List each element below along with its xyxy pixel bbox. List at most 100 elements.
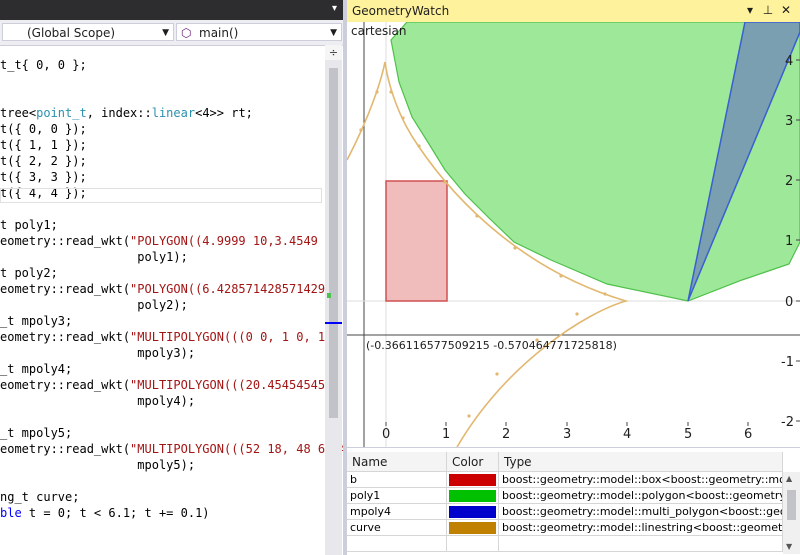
x-tick-label: 0 [382, 427, 390, 442]
coord-system-label: cartesian [351, 24, 407, 38]
code-line[interactable]: _t mpoly5; [0, 425, 72, 441]
geometry-row[interactable]: b boost::geometry::model::box<boost::geom… [347, 472, 783, 488]
code-token: eometry::read_wkt( [0, 442, 131, 456]
column-header-color[interactable]: Color [447, 452, 499, 472]
scope-combo[interactable]: (Global Scope) ▼ [2, 23, 174, 41]
geometry-row[interactable] [347, 536, 783, 552]
editor-tab-strip: ▾ [0, 0, 343, 20]
code-line[interactable]: t poly2; [0, 265, 58, 281]
row-color-cell[interactable] [447, 472, 499, 488]
row-name[interactable]: b [347, 472, 447, 488]
code-editor[interactable]: ▾ (Global Scope) ▼ ⬡ main() ▼ t_t{ 0, 0 … [0, 0, 343, 555]
code-token: ng_t curve; [0, 490, 80, 504]
curve-marker [401, 116, 405, 120]
curve-marker [559, 274, 563, 278]
code-token: t = 0; t < 6.1; t += 0.1) [21, 506, 210, 520]
chevron-down-icon: ▼ [330, 28, 337, 38]
code-line[interactable]: poly1); [0, 249, 188, 265]
x-tick-label: 5 [684, 427, 692, 442]
row-name[interactable]: curve [347, 520, 447, 536]
geometry-row[interactable]: poly1 boost::geometry::model::polygon<boo… [347, 488, 783, 504]
row-type[interactable]: boost::geometry::model::multi_polygon<bo… [499, 504, 783, 520]
code-token: t poly1; [0, 218, 58, 232]
row-color-cell[interactable] [447, 536, 499, 552]
code-line[interactable]: t({ 2, 2 }); [0, 153, 87, 169]
function-combo[interactable]: ⬡ main() ▼ [176, 23, 342, 41]
row-name[interactable]: poly1 [347, 488, 447, 504]
code-line[interactable]: mpoly5); [0, 457, 195, 473]
color-swatch[interactable] [449, 490, 496, 502]
scroll-up-icon[interactable]: ▲ [786, 474, 792, 483]
column-header-type[interactable]: Type [499, 452, 783, 472]
code-token: t({ 2, 2 }); [0, 154, 87, 168]
code-token: "MULTIPOLYGON(((52 18, 48 6, 4 [130, 442, 343, 456]
row-name[interactable]: mpoly4 [347, 504, 447, 520]
list-scroll-thumb[interactable] [787, 490, 796, 520]
code-token: point_t [36, 106, 87, 120]
color-swatch[interactable] [449, 522, 496, 534]
code-line[interactable]: t({ 1, 1 }); [0, 137, 87, 153]
code-line[interactable]: eometry::read_wkt("MULTIPOLYGON(((52 18,… [0, 441, 343, 457]
code-token: , index:: [86, 106, 152, 120]
code-line[interactable]: eometry::read_wkt("POLYGON((4.9999 10,3.… [0, 233, 332, 249]
pin-dropdown-icon[interactable]: ▾ [332, 3, 337, 14]
code-line[interactable]: mpoly3); [0, 345, 195, 361]
window-menu-button[interactable]: ▾ [743, 3, 757, 18]
list-vertical-scrollbar[interactable]: ▲ ▼ [783, 472, 800, 554]
geometry-row[interactable]: mpoly4 boost::geometry::model::multi_poly… [347, 504, 783, 520]
y-tick-label: 2 [785, 174, 793, 189]
row-color-cell[interactable] [447, 504, 499, 520]
close-button[interactable]: ✕ [779, 3, 793, 18]
code-line[interactable]: eometry::read_wkt("POLYGON((6.4285714285… [0, 281, 340, 297]
row-type[interactable]: boost::geometry::model::polygon<boost::g… [499, 488, 783, 504]
code-token: "MULTIPOLYGON(((0 0, 1 0, 1 1 [130, 330, 340, 344]
row-type[interactable]: boost::geometry::model::box<boost::geome… [499, 472, 783, 488]
function-combo-label: main() [199, 26, 239, 40]
row-type[interactable]: boost::geometry::model::linestring<boost… [499, 520, 783, 536]
row-color-cell[interactable] [447, 488, 499, 504]
tool-window-title-bar: GeometryWatch ▾ ⊥ ✕ [347, 0, 800, 22]
method-icon: ⬡ [181, 26, 192, 40]
code-line[interactable]: mpoly4); [0, 393, 195, 409]
geometry-watch-window: GeometryWatch ▾ ⊥ ✕ 0 1 2 3 4 5 6 4 3 2 1 0 -1 -2 ca… [347, 0, 800, 555]
code-line[interactable]: t poly1; [0, 217, 58, 233]
curve-marker [475, 214, 479, 218]
code-line[interactable]: ble t = 0; t < 6.1; t += 0.1) [0, 505, 210, 521]
code-line[interactable]: _t mpoly3; [0, 313, 72, 329]
code-area[interactable]: t_t{ 0, 0 };tree<point_t, index::linear<… [0, 45, 343, 555]
x-axis-ticks: 0 1 2 3 4 5 6 [382, 422, 752, 442]
code-token: poly1); [0, 250, 188, 264]
code-token: eometry::read_wkt( [0, 330, 131, 344]
row-name[interactable] [347, 536, 447, 552]
code-line[interactable]: poly2); [0, 297, 188, 313]
color-swatch[interactable] [449, 474, 496, 486]
code-token: eometry::read_wkt( [0, 234, 131, 248]
geometry-row[interactable]: curve boost::geometry::model::linestring<… [347, 520, 783, 536]
code-token: t poly2; [0, 266, 58, 280]
code-line[interactable]: t({ 3, 3 }); [0, 169, 87, 185]
code-token: eometry::read_wkt( [0, 378, 131, 392]
scroll-down-icon[interactable]: ▼ [786, 542, 792, 551]
geometry-list[interactable]: Name Color Type bboost::geometry::model:… [347, 447, 800, 555]
code-line[interactable]: t({ 0, 0 }); [0, 121, 87, 137]
code-token: mpoly4); [0, 394, 196, 408]
code-token: t({ 3, 3 }); [0, 170, 87, 184]
scope-combo-label: (Global Scope) [27, 26, 116, 40]
split-window-icon[interactable]: ÷ [325, 45, 342, 60]
editor-scroll-thumb[interactable] [329, 68, 338, 418]
color-swatch[interactable] [449, 506, 496, 518]
code-line[interactable]: eometry::read_wkt("MULTIPOLYGON(((20.454… [0, 377, 340, 393]
code-line[interactable]: ng_t curve; [0, 489, 79, 505]
code-line[interactable]: _t mpoly4; [0, 361, 72, 377]
geometry-plot[interactable]: 0 1 2 3 4 5 6 4 3 2 1 0 -1 -2 cartesian (-0.36611657… [347, 22, 800, 447]
row-type[interactable] [499, 536, 783, 552]
column-header-name[interactable]: Name [347, 452, 447, 472]
row-color-cell[interactable] [447, 520, 499, 536]
curve-marker [443, 180, 447, 184]
code-token: mpoly5); [0, 458, 196, 472]
pin-button[interactable]: ⊥ [761, 3, 775, 18]
curve-marker [575, 312, 579, 316]
code-line[interactable]: tree<point_t, index::linear<4>> rt; [0, 105, 253, 121]
code-line[interactable]: eometry::read_wkt("MULTIPOLYGON(((0 0, 1… [0, 329, 340, 345]
code-line[interactable]: t_t{ 0, 0 }; [0, 57, 87, 73]
